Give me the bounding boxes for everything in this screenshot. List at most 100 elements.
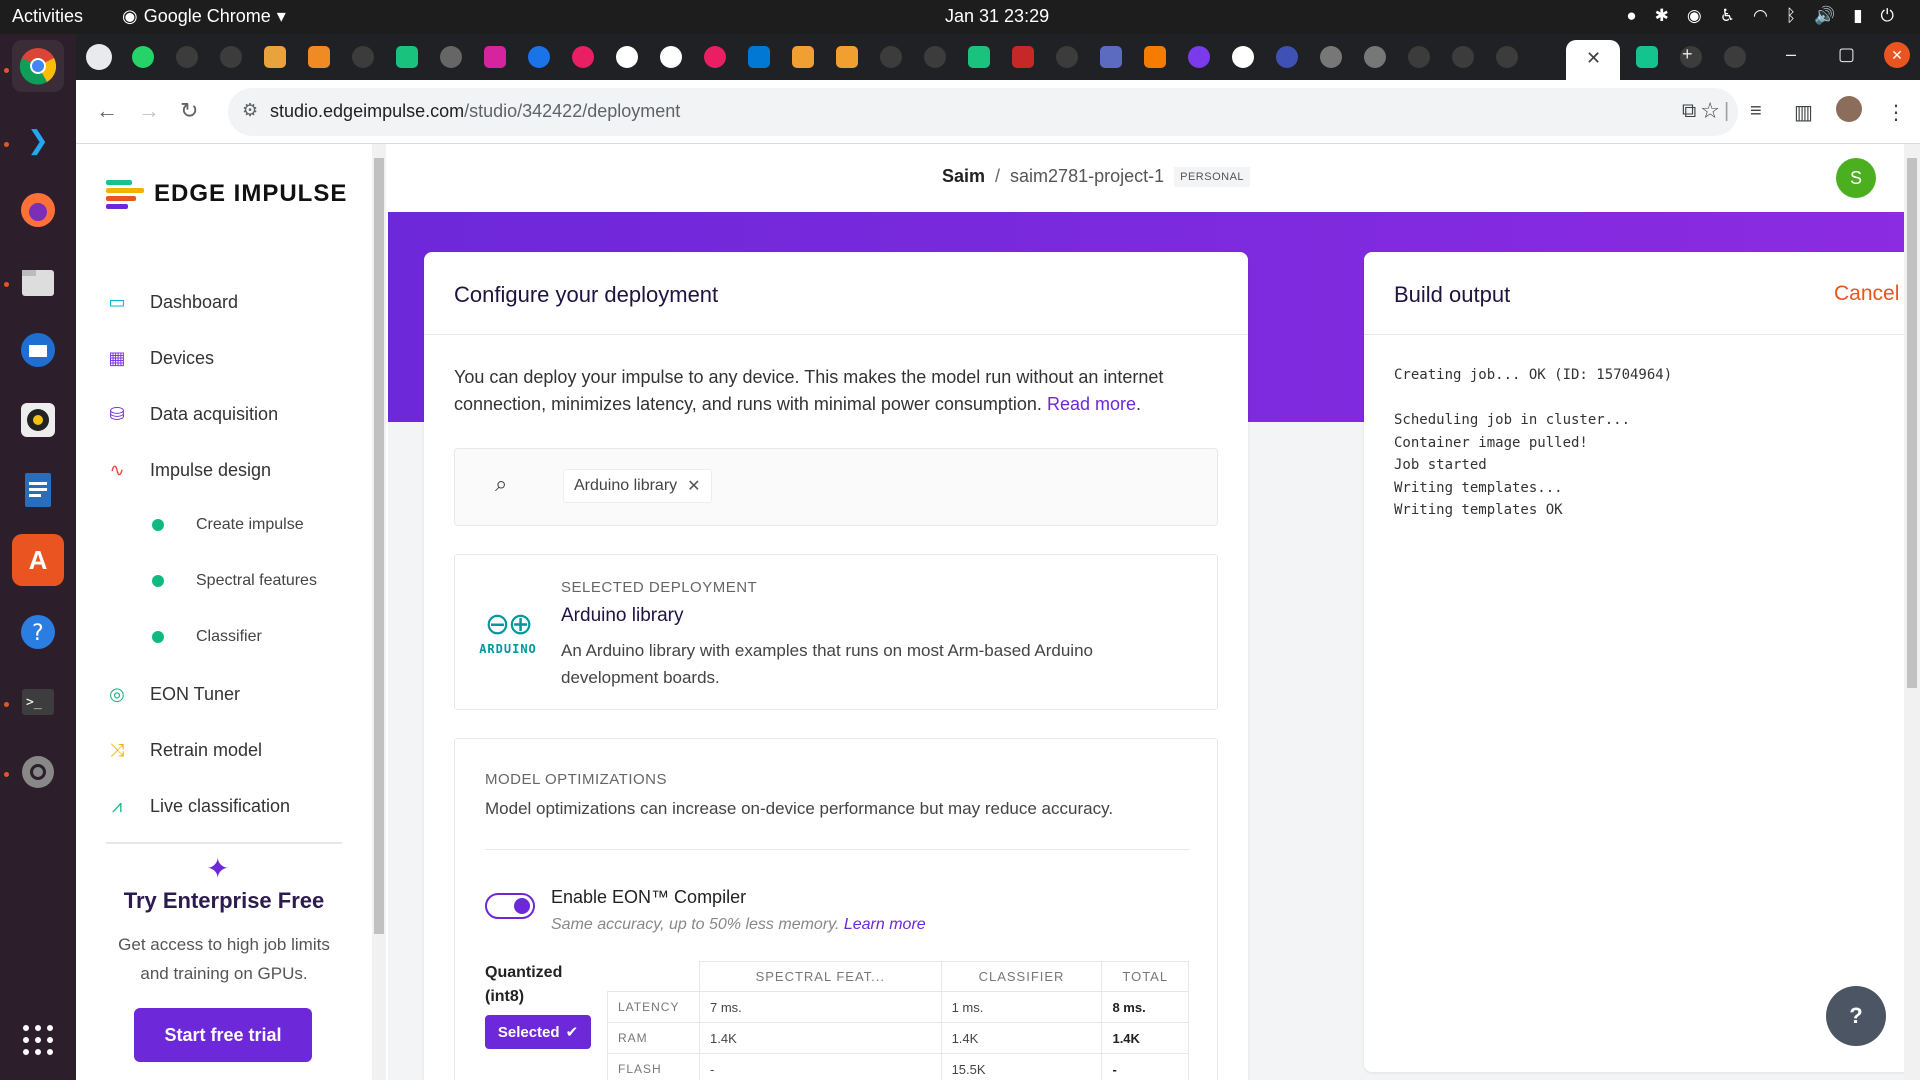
chrome-dock-icon[interactable] [12,40,64,92]
deployment-search[interactable]: ⌕ Arduino library ✕ [454,448,1218,526]
tab-icon[interactable] [528,46,550,68]
github-tab-icon[interactable] [1496,46,1518,68]
bluetooth-icon: ᛒ [1785,6,1797,25]
github-tab-icon[interactable] [220,46,242,68]
selected-button[interactable]: Selected ✔ [485,1015,591,1049]
sidebar-item-retrain-model[interactable]: ⤨ Retrain model [106,740,262,761]
app-center-icon[interactable]: A [12,534,64,586]
remove-chip-icon[interactable]: ✕ [687,476,700,496]
media-icon[interactable]: ≡ [1750,100,1762,123]
tab-icon[interactable] [1320,46,1342,68]
thunderbird-icon[interactable] [12,324,64,376]
url-box[interactable]: ⚙ studio.edgeimpulse.com/studio/342422/d… [228,88,1738,136]
google-tab-icon[interactable] [660,46,682,68]
tab-icon[interactable] [1188,46,1210,68]
selected-name: Arduino library [561,605,684,626]
help-button[interactable]: ? [1826,986,1886,1046]
status-dot [152,519,164,531]
new-tab-icon[interactable]: + [1682,44,1693,65]
tab-icon[interactable] [1364,46,1386,68]
help-icon[interactable]: ? [12,606,64,658]
terminal-icon[interactable]: >_ [12,676,64,728]
chatgpt-tab-icon[interactable] [968,46,990,68]
scrollbar-thumb[interactable] [374,158,384,934]
tab-icon[interactable] [792,46,814,68]
site-info-icon[interactable]: ⚙ [242,100,258,121]
whatsapp-tab-icon[interactable] [132,46,154,68]
tab-search-button[interactable] [86,44,112,70]
sidebar-subitem-classifier[interactable]: Classifier [152,628,262,646]
sidebar-item-eon-tuner[interactable]: ◎ EON Tuner [106,684,240,705]
active-tab[interactable]: ✕ [1566,40,1620,80]
tab-icon[interactable] [704,46,726,68]
outlook-tab-icon[interactable] [748,46,770,68]
writer-icon[interactable] [12,464,64,516]
tab-icon[interactable] [440,46,462,68]
start-free-trial-button[interactable]: Start free trial [134,1008,312,1062]
close-tab-icon[interactable]: ✕ [1586,48,1601,69]
read-more-link[interactable]: Read more [1047,394,1136,414]
google-tab-icon[interactable] [1232,46,1254,68]
close-window-icon[interactable]: ✕ [1884,42,1910,68]
app-menu[interactable]: ◉ Google Chrome ▾ [122,6,286,27]
tab-icon[interactable] [1276,46,1298,68]
filter-chip[interactable]: Arduino library ✕ [563,469,712,503]
breadcrumb-user[interactable]: Saim [942,166,985,187]
cancel-button[interactable]: Cancel [1834,282,1899,306]
github-tab-icon[interactable] [176,46,198,68]
clock[interactable]: Jan 31 23:29 [945,6,1049,27]
bookmark-star-icon[interactable]: ☆ [1700,98,1720,124]
tab-icon[interactable] [572,46,594,68]
tab-icon[interactable] [836,46,858,68]
tab-icon[interactable] [1100,46,1122,68]
activities-button[interactable]: Activities [12,6,83,27]
sidebar-item-impulse-design[interactable]: ∿ Impulse design [106,460,271,481]
github-tab-icon[interactable] [352,46,374,68]
profile-avatar[interactable] [1836,96,1862,122]
edge-impulse-logo[interactable]: EDGE IMPULSE [106,180,347,209]
tab-icon[interactable] [484,46,506,68]
github-tab-icon[interactable] [1452,46,1474,68]
firefox-icon[interactable] [12,184,64,236]
sidebar-item-dashboard[interactable]: ▭ Dashboard [106,292,238,313]
sidebar-item-live-classification[interactable]: ⩘ Live classification [106,796,290,817]
sidebar-subitem-create-impulse[interactable]: Create impulse [152,516,304,534]
system-tray[interactable]: ● ✱ ◉ ♿ ◠ ᛒ 🔊 ▮ ⏻ [1626,6,1894,26]
extensions-icon[interactable]: ⧉ [1682,100,1696,123]
reload-icon[interactable]: ↻ [180,98,198,124]
google-tab-icon[interactable] [616,46,638,68]
github-tab-icon[interactable] [1724,46,1746,68]
page-scrollbar[interactable] [1904,144,1920,1080]
forward-icon[interactable]: → [138,98,160,124]
url-text[interactable]: studio.edgeimpulse.com/studio/342422/dep… [270,101,680,122]
side-panel-icon[interactable]: ▥ [1794,100,1813,125]
kebab-menu-icon[interactable]: ⋮ [1886,100,1906,125]
settings-icon[interactable] [12,746,64,798]
tab-icon[interactable] [308,46,330,68]
tab-icon[interactable] [264,46,286,68]
rhythmbox-icon[interactable] [12,394,64,446]
minimize-icon[interactable]: – [1786,44,1796,65]
learn-more-link[interactable]: Learn more [844,916,926,933]
sidebar-scrollbar[interactable] [372,144,386,1080]
sidebar-item-data-acquisition[interactable]: ⛁ Data acquisition [106,404,278,425]
github-tab-icon[interactable] [924,46,946,68]
eon-compiler-toggle[interactable] [485,893,535,919]
user-avatar[interactable]: S [1836,158,1876,198]
github-tab-icon[interactable] [880,46,902,68]
back-icon[interactable]: ← [96,98,118,124]
github-tab-icon[interactable] [1056,46,1078,68]
vscode-icon[interactable]: ❯ [12,114,64,166]
edge-impulse-tab-icon[interactable] [1636,46,1658,68]
sidebar-item-devices[interactable]: ▦ Devices [106,348,214,369]
maximize-icon[interactable]: ▢ [1838,44,1855,65]
github-tab-icon[interactable] [1408,46,1430,68]
chatgpt-tab-icon[interactable] [396,46,418,68]
files-icon[interactable] [12,256,64,308]
tab-icon[interactable] [1012,46,1034,68]
sidebar-subitem-spectral-features[interactable]: Spectral features [152,572,317,590]
scrollbar-thumb[interactable] [1907,158,1917,688]
breadcrumb-project[interactable]: saim2781-project-1 [1010,166,1164,187]
show-apps-icon[interactable] [12,1014,64,1066]
tab-icon[interactable] [1144,46,1166,68]
